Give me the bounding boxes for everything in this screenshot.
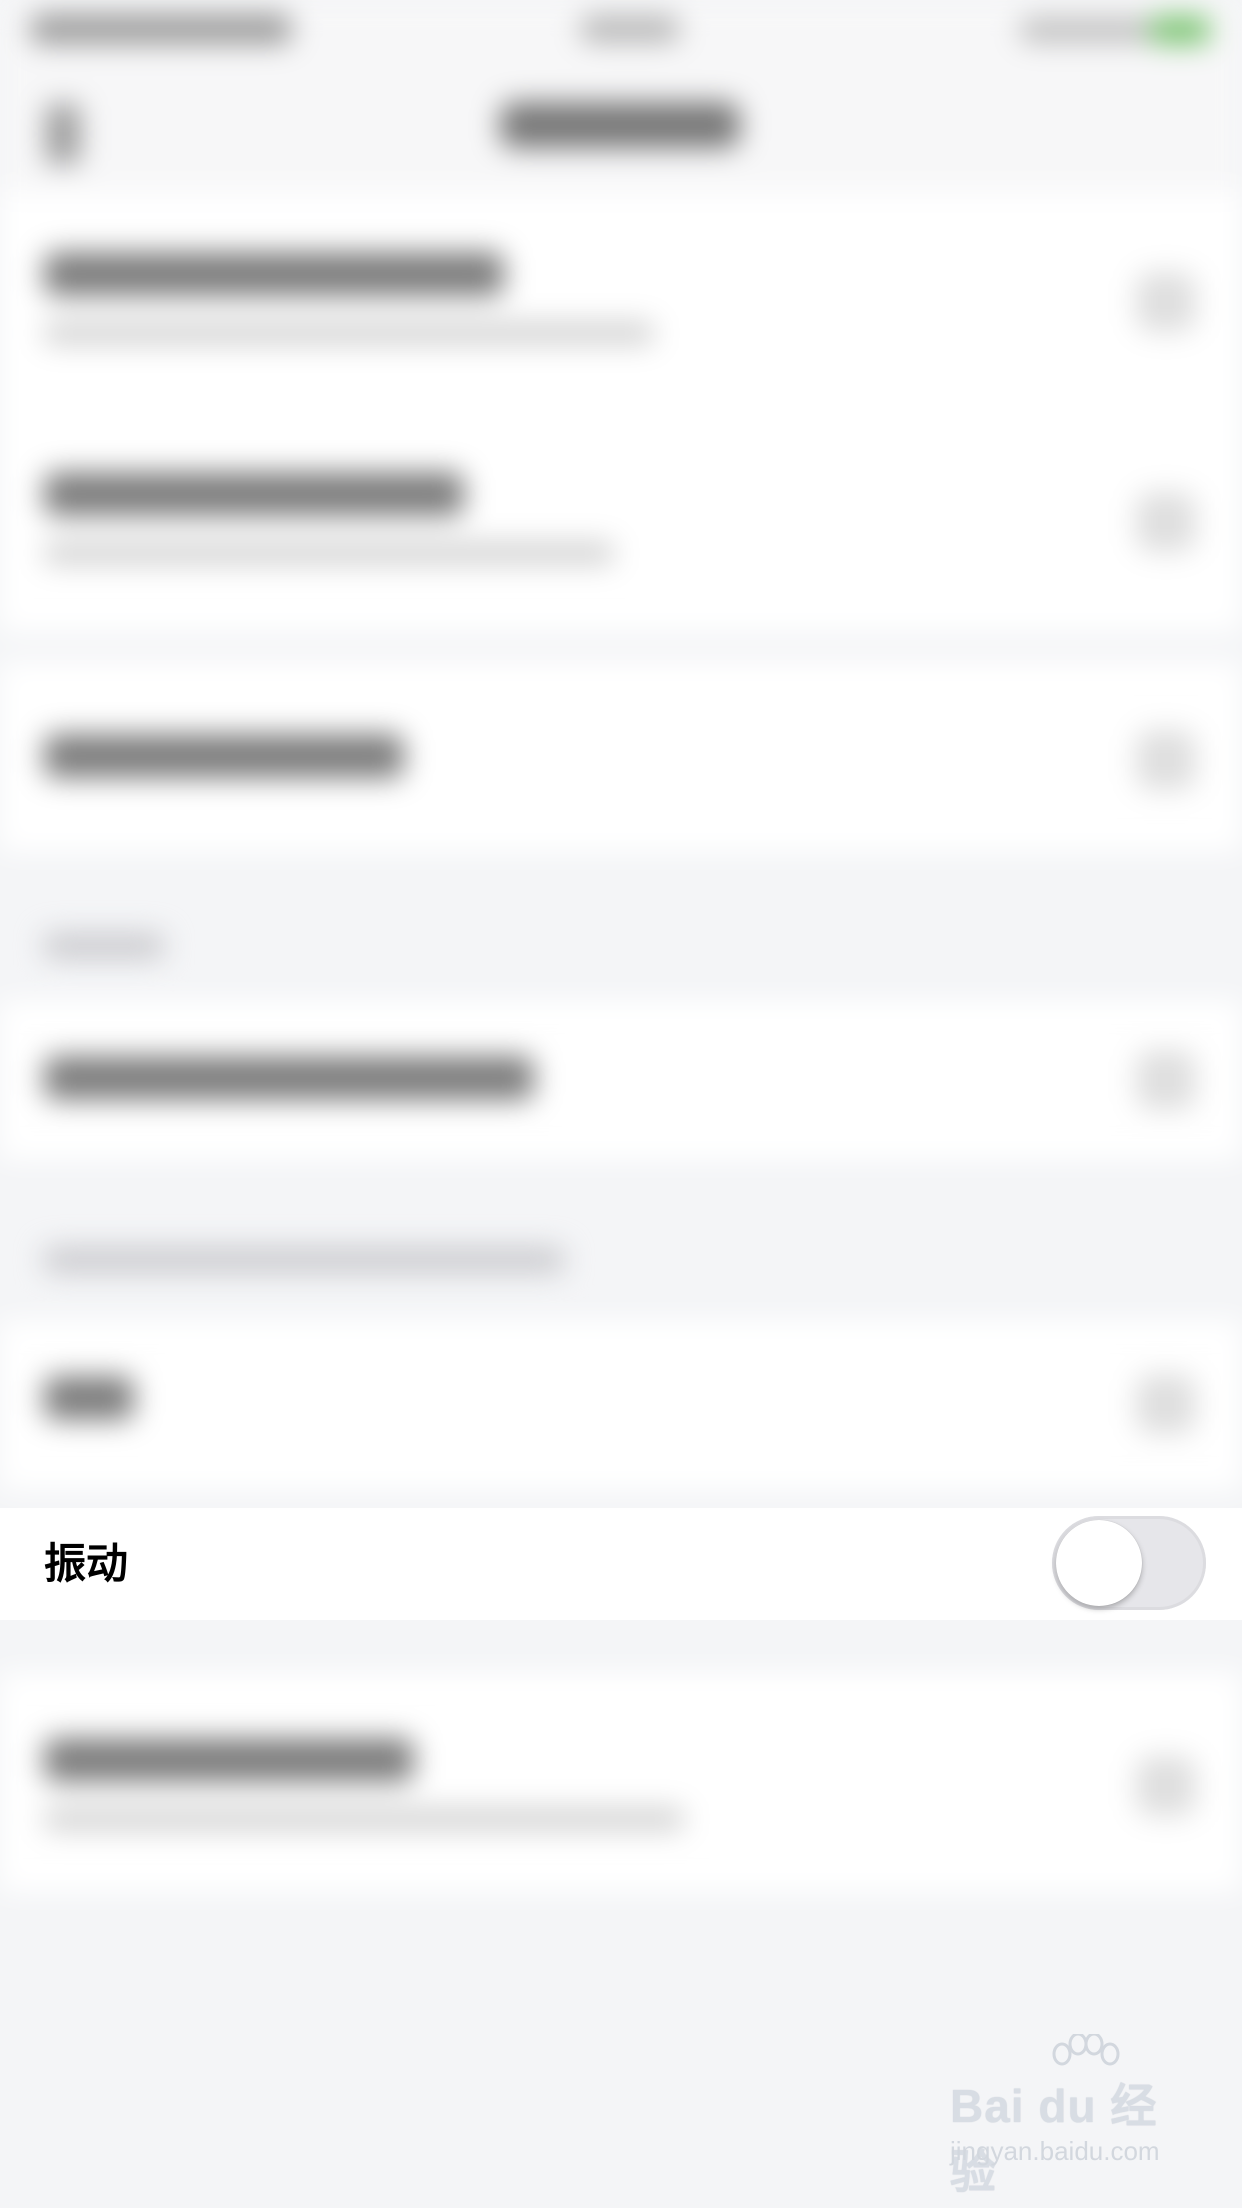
baidu-paw-icon [1052, 2034, 1120, 2066]
navigation-bar [0, 62, 1242, 192]
vibration-label: 振动 [44, 1539, 129, 1588]
battery-icon [1150, 16, 1210, 44]
chevron-right-icon [1136, 492, 1196, 552]
settings-row[interactable] [0, 1672, 1242, 1892]
row-title [44, 252, 504, 296]
back-arrow-icon[interactable] [46, 104, 80, 164]
section-footer [44, 1248, 564, 1272]
settings-row[interactable] [0, 412, 1242, 632]
row-title [44, 1738, 414, 1782]
chevron-right-icon [1136, 1756, 1196, 1816]
chevron-right-icon [1136, 1050, 1196, 1110]
row-title [44, 734, 404, 778]
status-bar [0, 0, 1242, 62]
settings-row[interactable] [0, 192, 1242, 412]
vibration-setting-row: 振动 [0, 1508, 1242, 1620]
status-time [580, 16, 680, 42]
status-indicators [1020, 18, 1150, 42]
settings-row[interactable] [0, 662, 1242, 852]
row-subtitle [44, 1808, 684, 1830]
row-title [44, 1056, 534, 1100]
settings-row[interactable] [0, 1000, 1242, 1160]
carrier-signal [30, 14, 292, 44]
chevron-right-icon [1136, 730, 1196, 790]
baidu-watermark: Bai du 经验 jingyan.baidu.com [950, 2034, 1180, 2198]
row-subtitle [44, 322, 654, 344]
chevron-right-icon [1136, 1374, 1196, 1434]
toggle-knob[interactable] [1056, 1520, 1142, 1606]
watermark-url: jingyan.baidu.com [950, 2136, 1160, 2166]
section-header [44, 934, 164, 958]
row-title [44, 1376, 134, 1420]
settings-row[interactable] [0, 1320, 1242, 1490]
chevron-right-icon [1136, 272, 1196, 332]
vibration-toggle-switch[interactable] [1052, 1516, 1206, 1610]
row-title [44, 472, 464, 516]
blurred-background [0, 0, 1242, 2208]
page-title [500, 102, 740, 148]
row-subtitle [44, 542, 614, 564]
